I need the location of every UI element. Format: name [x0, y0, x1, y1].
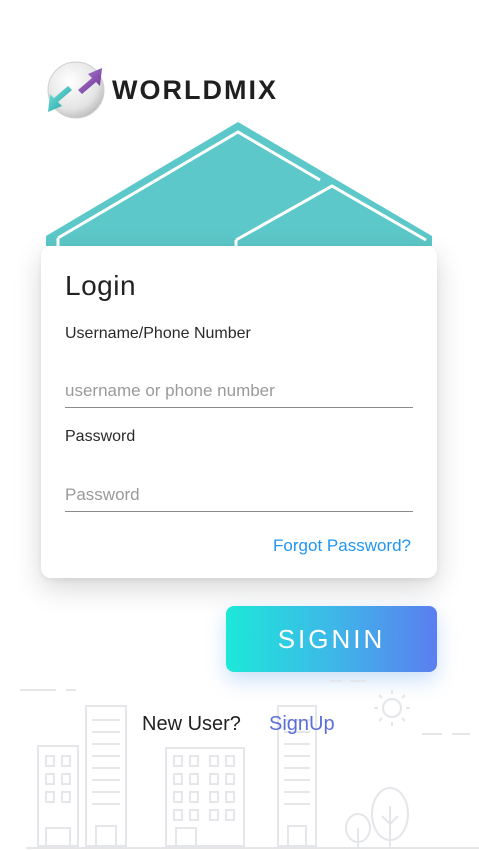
city-skyline-illustration — [20, 680, 479, 849]
roof-illustration — [46, 122, 432, 246]
app-logo: WORLDMIX — [44, 60, 278, 120]
username-input[interactable] — [65, 374, 413, 408]
new-user-text: New User? — [142, 713, 241, 735]
forgot-password-link[interactable]: Forgot Password? — [273, 536, 411, 556]
login-card: Login Username/Phone Number Password For… — [41, 246, 437, 578]
password-input[interactable] — [65, 478, 413, 512]
signup-link[interactable]: SignUp — [269, 713, 335, 736]
login-title: Login — [65, 270, 137, 301]
globe-arrows-icon — [44, 60, 106, 120]
password-label: Password — [65, 428, 136, 445]
signin-button[interactable]: SIGNIN — [226, 606, 437, 672]
username-label: Username/Phone Number — [65, 325, 251, 342]
brand-name: WORLDMIX — [112, 74, 278, 105]
